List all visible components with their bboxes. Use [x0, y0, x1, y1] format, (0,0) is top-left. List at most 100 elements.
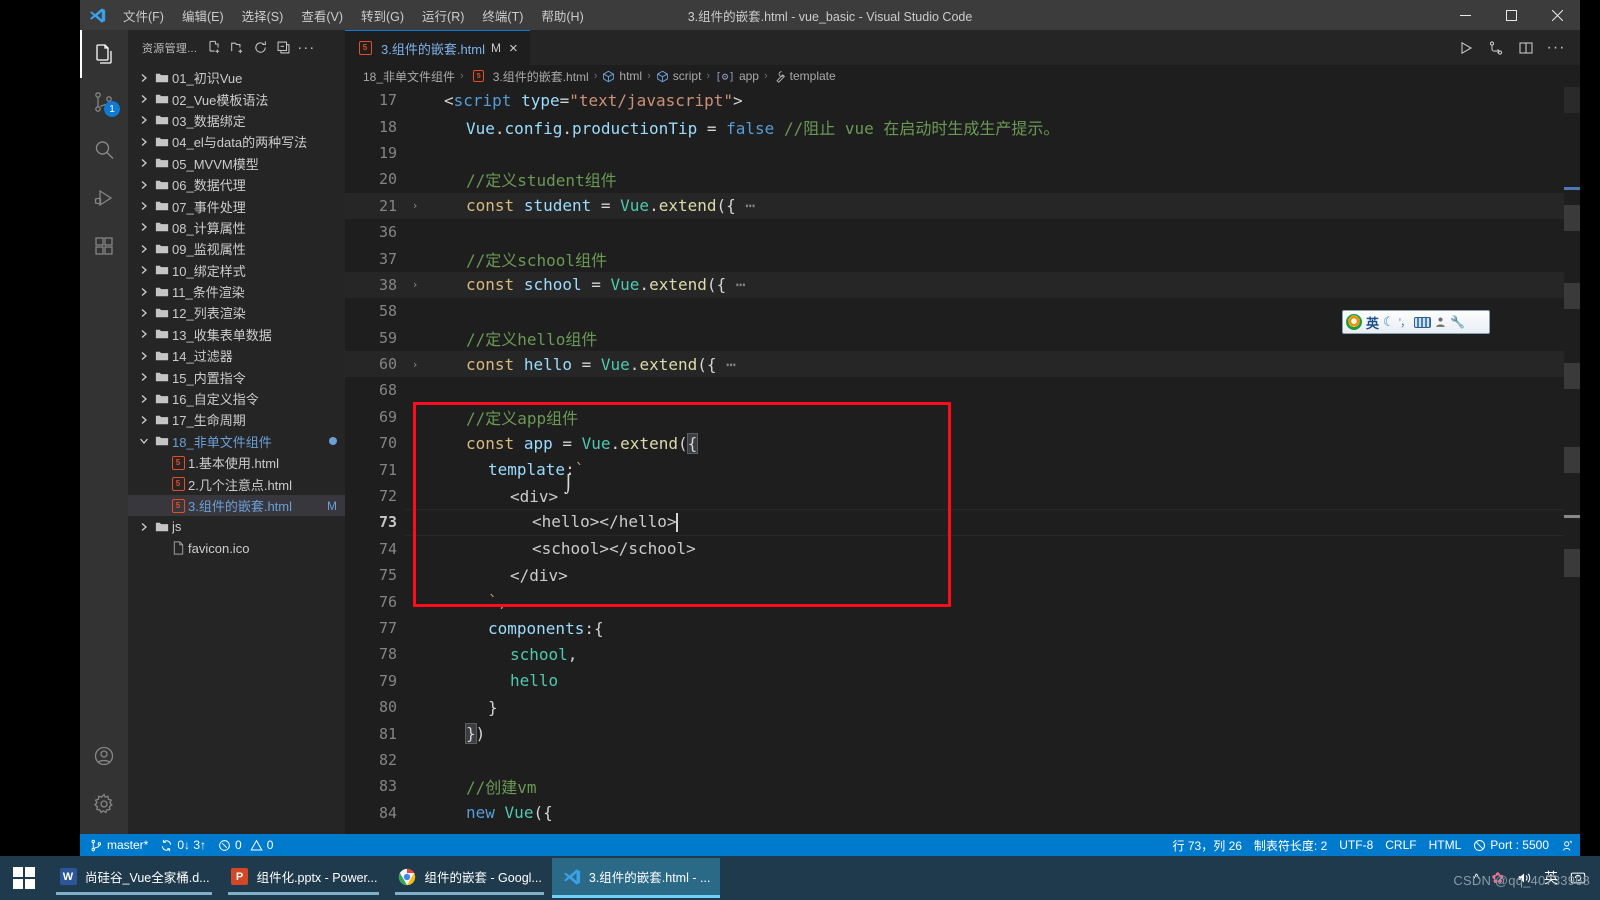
code-line[interactable]: 17 <script type="text/javascript">: [345, 87, 1580, 113]
code-line[interactable]: 78 school,: [345, 641, 1580, 667]
code-line[interactable]: 37 //定义school组件: [345, 245, 1580, 271]
minimap[interactable]: [1564, 87, 1580, 834]
status-indentation[interactable]: 制表符长度: 2: [1248, 837, 1333, 854]
status-sync[interactable]: 0↓ 3↑: [154, 834, 212, 856]
code-line[interactable]: 84 new Vue({: [345, 800, 1580, 826]
menu-edit[interactable]: 编辑(E): [173, 0, 233, 30]
status-live-server-port[interactable]: Port : 5500: [1467, 838, 1555, 852]
moon-icon[interactable]: ☾: [1383, 314, 1395, 330]
tree-row[interactable]: 18_非单文件组件: [128, 431, 345, 452]
tree-row[interactable]: 11_条件渲染: [128, 281, 345, 302]
tree-row[interactable]: 05_MVVM模型: [128, 153, 345, 174]
status-encoding[interactable]: UTF-8: [1333, 838, 1379, 852]
fold-chevron-icon[interactable]: ›: [407, 278, 423, 291]
new-folder-icon[interactable]: [226, 37, 248, 59]
wrench-icon[interactable]: 🔧: [1450, 315, 1465, 329]
split-editor-icon[interactable]: [1512, 34, 1540, 62]
fold-chevron-icon[interactable]: ›: [407, 199, 423, 212]
code-line[interactable]: 76 `,: [345, 588, 1580, 614]
code-line[interactable]: 75 </div>: [345, 562, 1580, 588]
code-line[interactable]: 83 //创建vm: [345, 773, 1580, 799]
activity-run-debug[interactable]: [80, 174, 128, 222]
breadcrumb-file[interactable]: 5 3.组件的嵌套.html: [469, 68, 589, 85]
code-line[interactable]: 73 <hello></hello>: [345, 509, 1580, 537]
more-icon[interactable]: ···: [295, 37, 317, 59]
code-line[interactable]: 19: [345, 140, 1580, 166]
tree-row[interactable]: 13_收集表单数据: [128, 324, 345, 345]
activity-extensions[interactable]: [80, 222, 128, 270]
menu-selection[interactable]: 选择(S): [233, 0, 293, 30]
ime-toolbar[interactable]: 英 ☾ ’， 🔧: [1342, 310, 1490, 334]
status-eol[interactable]: CRLF: [1379, 838, 1422, 852]
maximize-button[interactable]: [1488, 0, 1534, 30]
code-line[interactable]: 81}): [345, 720, 1580, 746]
new-file-icon[interactable]: [203, 37, 225, 59]
tree-row[interactable]: favicon.ico: [128, 538, 345, 559]
menu-bar[interactable]: 文件(F) 编辑(E) 选择(S) 查看(V) 转到(G) 运行(R) 终端(T…: [114, 0, 593, 30]
refresh-icon[interactable]: [249, 37, 271, 59]
breadcrumb-symbol-app[interactable]: [⚙] app: [715, 69, 759, 83]
punctuation-icon[interactable]: ’，: [1399, 314, 1411, 330]
sogou-logo-icon[interactable]: [1346, 314, 1362, 330]
tree-row[interactable]: 5 3.组件的嵌套.html M: [128, 494, 345, 517]
taskbar-item-powerpoint[interactable]: P 组件化.pptx - Power...: [220, 858, 388, 898]
menu-run[interactable]: 运行(R): [413, 0, 473, 30]
activity-accounts[interactable]: [80, 732, 128, 780]
tree-row[interactable]: 04_el与data的两种写法: [128, 131, 345, 152]
breadcrumb-folder[interactable]: 18_非单文件组件: [363, 68, 455, 85]
tree-row[interactable]: 14_过滤器: [128, 345, 345, 366]
status-language-mode[interactable]: HTML: [1423, 838, 1468, 852]
close-button[interactable]: [1534, 0, 1580, 30]
ime-mode-label[interactable]: 英: [1366, 313, 1379, 332]
code-line[interactable]: 77 components:{: [345, 615, 1580, 641]
taskbar-item-word[interactable]: W 尚硅谷_Vue全家桶.d...: [48, 858, 220, 898]
status-problems[interactable]: 0 0: [212, 834, 279, 856]
code-line[interactable]: 21 › const student = Vue.extend({ ⋯: [345, 192, 1580, 219]
taskbar-item-vscode[interactable]: 3.组件的嵌套.html - ...: [551, 858, 721, 898]
menu-terminal[interactable]: 终端(T): [473, 0, 532, 30]
activity-search[interactable]: [80, 126, 128, 174]
activity-manage-gear[interactable]: [80, 780, 128, 828]
code-line[interactable]: 79 hello: [345, 668, 1580, 694]
collapse-all-icon[interactable]: [272, 37, 294, 59]
code-line[interactable]: 71 template:`: [345, 456, 1580, 482]
tab-active-file[interactable]: 5 3.组件的嵌套.html M ×: [345, 30, 530, 65]
tree-row[interactable]: js: [128, 516, 345, 537]
code-line[interactable]: 82: [345, 747, 1580, 773]
tree-row[interactable]: 01_初识Vue: [128, 67, 345, 88]
tree-row[interactable]: 16_自定义指令: [128, 388, 345, 409]
minimize-button[interactable]: [1442, 0, 1488, 30]
code-line[interactable]: 60 › const hello = Vue.extend({ ⋯: [345, 350, 1580, 378]
breadcrumb-symbol-script[interactable]: script: [656, 69, 701, 83]
fold-chevron-icon[interactable]: ›: [407, 358, 423, 371]
split-compare-icon[interactable]: [1482, 34, 1510, 62]
tree-row[interactable]: 07_事件处理: [128, 195, 345, 216]
activity-source-control[interactable]: 1: [80, 78, 128, 126]
tree-row[interactable]: 03_数据绑定: [128, 110, 345, 131]
tree-row[interactable]: 02_Vue模板语法: [128, 88, 345, 109]
tab-close-icon[interactable]: ×: [507, 41, 520, 56]
code-line[interactable]: 20 //定义student组件: [345, 166, 1580, 192]
more-actions-icon[interactable]: ···: [1542, 34, 1570, 62]
keyboard-icon[interactable]: [1414, 316, 1432, 328]
code-line[interactable]: 36: [345, 219, 1580, 245]
code-line[interactable]: 74 <school></school>: [345, 536, 1580, 562]
tree-row[interactable]: 08_计算属性: [128, 217, 345, 238]
tree-row[interactable]: 5 1.基本使用.html: [128, 452, 345, 473]
tree-row[interactable]: 15_内置指令: [128, 366, 345, 387]
menu-view[interactable]: 查看(V): [292, 0, 352, 30]
tree-row[interactable]: 12_列表渲染: [128, 302, 345, 323]
status-branch[interactable]: master*: [84, 834, 154, 856]
code-line[interactable]: 38 › const school = Vue.extend({ ⋯: [345, 271, 1580, 299]
code-line[interactable]: 80}: [345, 694, 1580, 720]
code-line[interactable]: 68: [345, 377, 1580, 403]
tree-row[interactable]: 09_监视属性: [128, 238, 345, 259]
code-line[interactable]: 70 const app = Vue.extend({: [345, 430, 1580, 456]
windows-start-icon[interactable]: [0, 856, 48, 900]
menu-help[interactable]: 帮助(H): [532, 0, 592, 30]
tree-row[interactable]: 06_数据代理: [128, 174, 345, 195]
tree-row[interactable]: 5 2.几个注意点.html: [128, 473, 345, 494]
status-cursor-position[interactable]: 行 73，列 26: [1167, 837, 1248, 854]
taskbar-item-chrome[interactable]: 组件的嵌套 - Googl...: [387, 858, 551, 898]
breadcrumb-symbol-template[interactable]: template: [773, 69, 836, 83]
